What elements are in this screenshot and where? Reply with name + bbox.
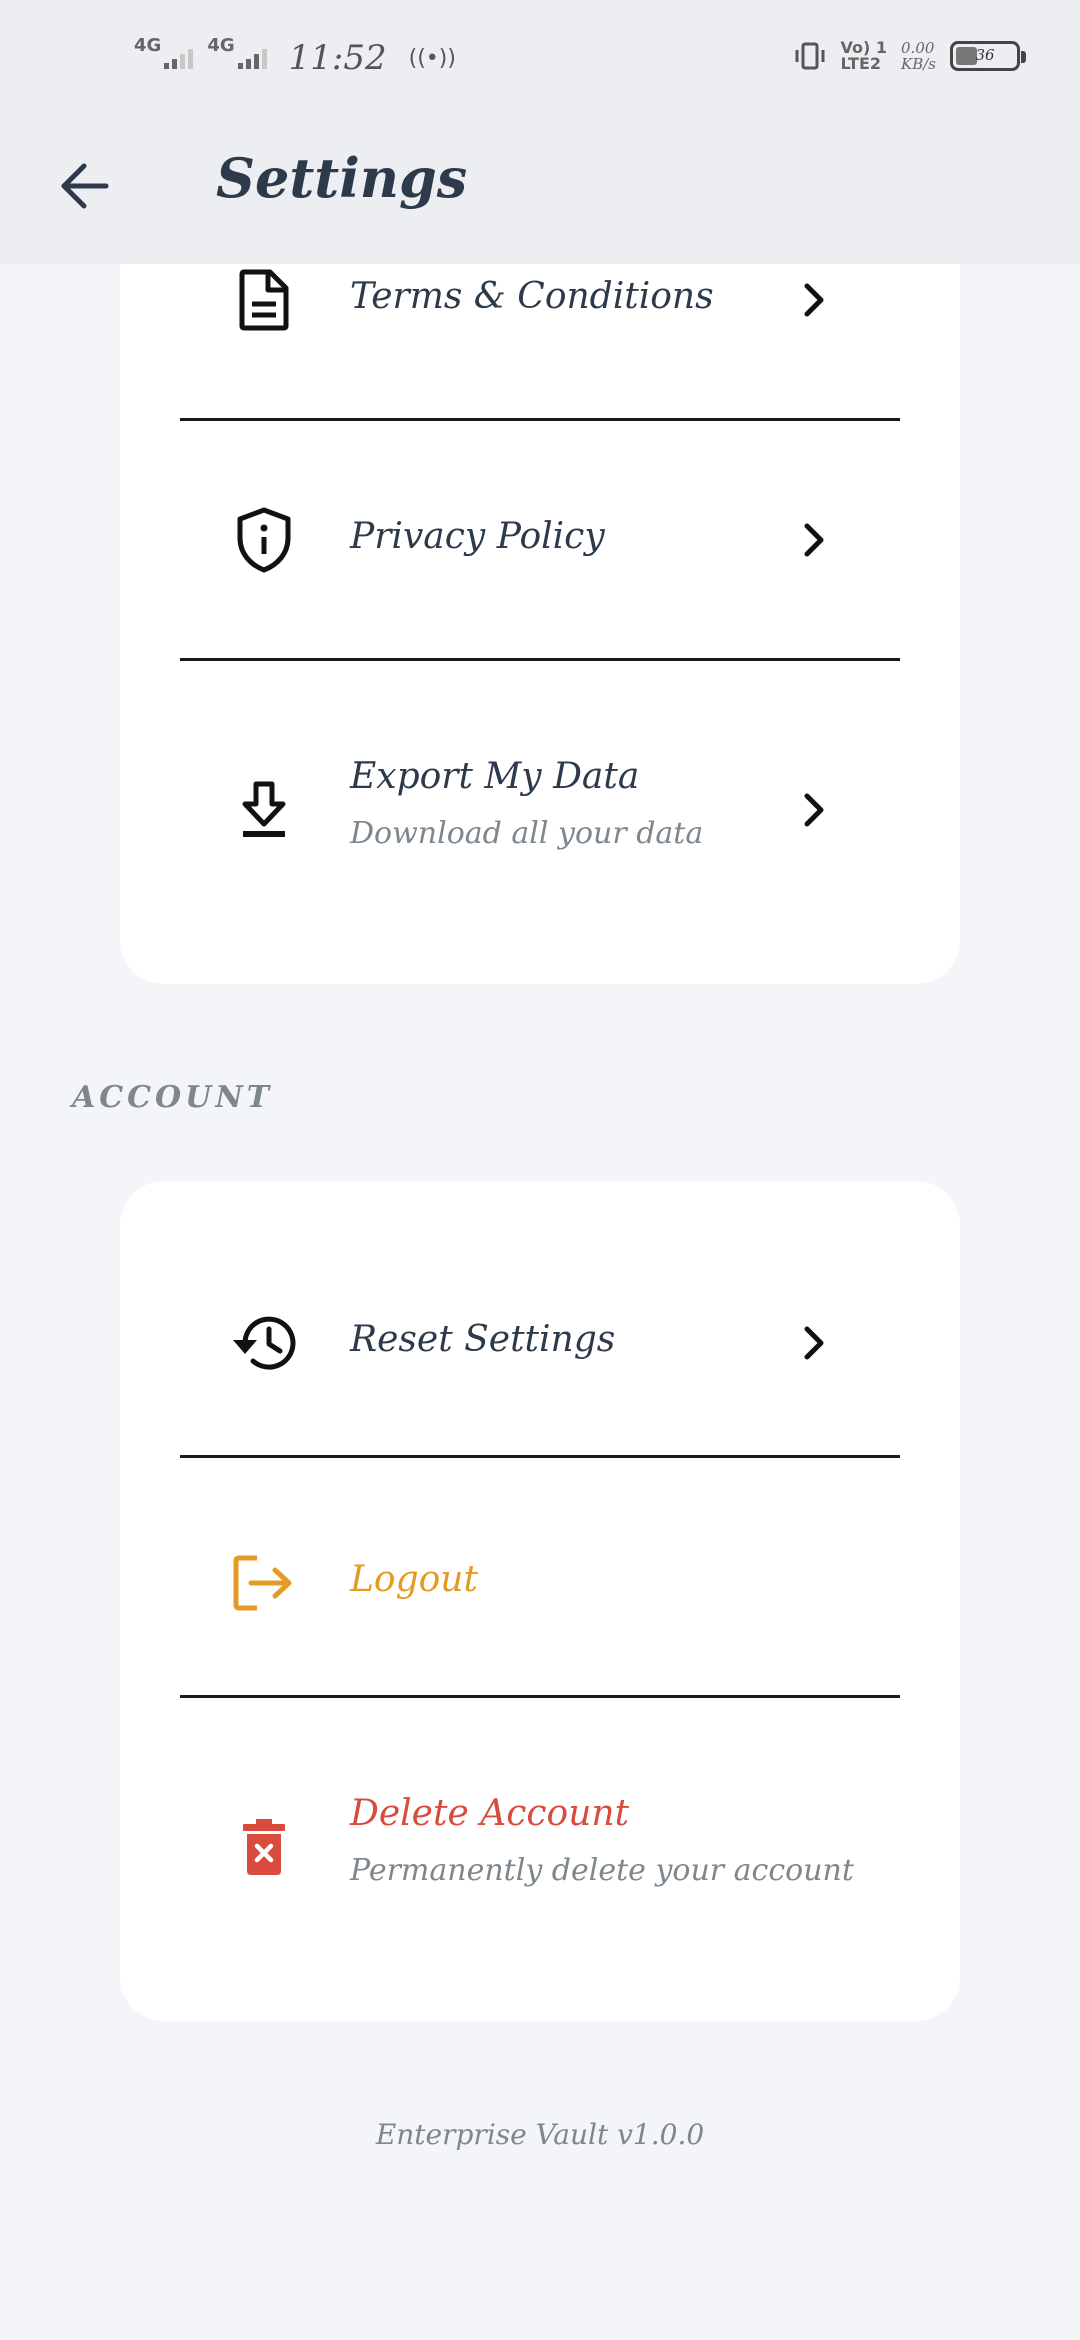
network-speed: 0.00 KB/s <box>901 40 936 72</box>
logout-icon <box>228 1547 300 1619</box>
app-bar: Settings <box>0 120 1080 264</box>
trash-icon <box>228 1811 300 1883</box>
clock: 11:52 <box>288 38 387 78</box>
battery-icon: 36 <box>950 41 1026 71</box>
document-icon <box>228 264 300 336</box>
divider <box>180 418 900 421</box>
chevron-right-icon <box>790 516 838 564</box>
divider <box>180 1695 900 1698</box>
item-subtitle: Download all your data <box>350 816 704 851</box>
item-title: Terms & Conditions <box>350 276 714 317</box>
download-icon <box>228 774 300 846</box>
item-title: Export My Data <box>350 756 640 797</box>
signal-sim1: 4G <box>134 37 194 69</box>
settings-item-reset[interactable]: Reset Settings <box>120 1277 960 1417</box>
settings-item-delete-account[interactable]: Delete Account Permanently delete your a… <box>120 1757 960 1937</box>
settings-item-logout[interactable]: Logout <box>120 1517 960 1657</box>
vibrate-icon <box>795 42 824 70</box>
network-type-label: 4G <box>207 35 235 56</box>
chevron-right-icon <box>790 786 838 834</box>
battery-level: 36 <box>975 46 995 64</box>
app-version: Enterprise Vault v1.0.0 <box>375 2118 705 2151</box>
chevron-right-icon <box>790 1319 838 1367</box>
page-title: Settings <box>216 146 468 210</box>
status-left: 4G 4G 11:52 ((•)) <box>134 37 456 79</box>
signal-bars-icon <box>237 47 267 69</box>
arrow-left-icon <box>61 163 109 209</box>
chevron-right-icon <box>790 276 838 324</box>
volte-indicator: Vo) 1 LTE2 <box>841 40 888 72</box>
shield-info-icon <box>228 504 300 576</box>
divider <box>180 658 900 661</box>
status-bar: 4G 4G 11:52 ((•)) Vo) 1 LTE2 0.00 KB/s 3… <box>0 0 1080 120</box>
section-label-account: ACCOUNT <box>72 1080 274 1115</box>
history-icon <box>228 1307 300 1379</box>
item-subtitle: Permanently delete your account <box>350 1853 854 1888</box>
speed-unit: KB/s <box>901 55 936 73</box>
signal-bars-icon <box>164 47 194 69</box>
speed-value: 0.00 <box>901 39 935 57</box>
status-right: Vo) 1 LTE2 0.00 KB/s 36 <box>793 40 1026 72</box>
settings-item-export[interactable]: Export My Data Download all your data <box>120 720 960 900</box>
back-button[interactable] <box>52 154 116 218</box>
item-title: Privacy Policy <box>350 516 605 557</box>
item-title: Logout <box>350 1559 478 1600</box>
volte-line2: LTE2 <box>840 54 882 73</box>
signal-sim2: 4G <box>207 37 267 69</box>
hotspot-icon: ((•)) <box>408 45 456 71</box>
account-card: Reset Settings Logout Delete Account Per… <box>120 1181 960 2021</box>
divider <box>180 1455 900 1458</box>
item-title: Delete Account <box>350 1793 630 1834</box>
item-title: Reset Settings <box>350 1319 616 1360</box>
settings-item-privacy[interactable]: Privacy Policy <box>120 480 960 600</box>
network-type-label: 4G <box>134 35 162 56</box>
legal-card: Terms & Conditions Privacy Policy Export… <box>120 200 960 984</box>
